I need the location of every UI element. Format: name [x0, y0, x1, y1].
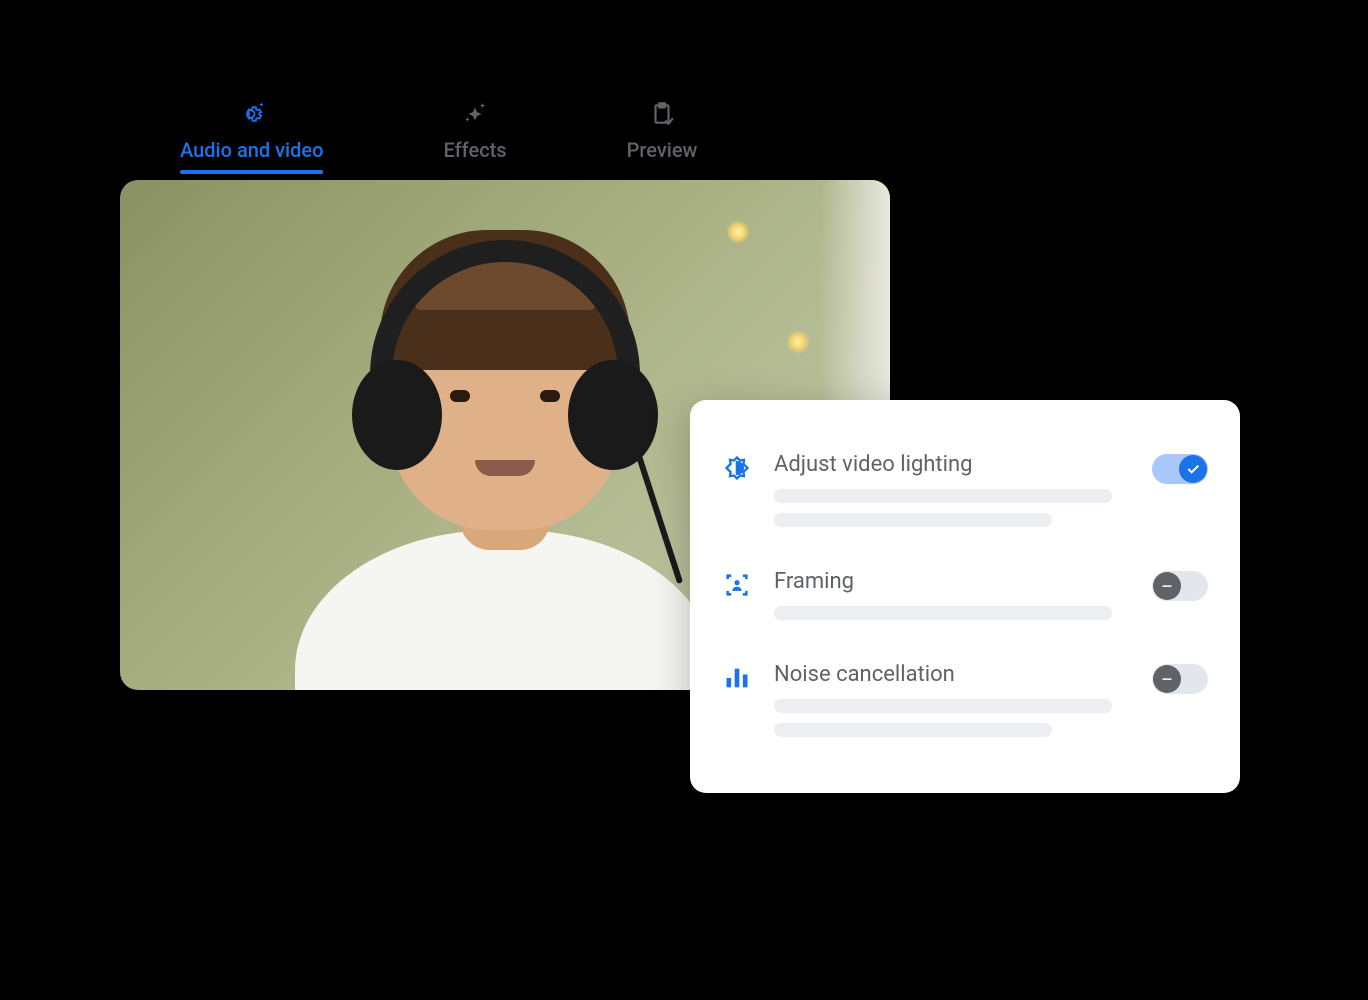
toggle-framing[interactable] [1152, 571, 1208, 601]
gear-sparkle-icon [238, 100, 266, 128]
skeleton-line [774, 699, 1112, 713]
toggle-adjust-lighting[interactable] [1152, 454, 1208, 484]
setting-noise-cancellation: Noise cancellation [718, 646, 1212, 763]
skeleton-line [774, 723, 1052, 737]
skeleton-line [774, 606, 1112, 620]
participant-self-view [285, 230, 725, 690]
tab-label: Effects [443, 138, 506, 162]
toggle-noise-cancellation[interactable] [1152, 664, 1208, 694]
tab-effects[interactable]: Effects [443, 100, 506, 172]
tab-bar: Audio and video Effects Preview [120, 100, 1020, 172]
setting-title: Adjust video lighting [774, 452, 1130, 477]
skeleton-line [774, 513, 1052, 527]
frame-person-icon [722, 571, 752, 599]
brightness-icon [722, 454, 752, 482]
tab-label: Preview [627, 138, 698, 162]
setting-framing: Framing [718, 553, 1212, 646]
tab-preview[interactable]: Preview [627, 100, 698, 172]
setting-adjust-lighting: Adjust video lighting [718, 436, 1212, 553]
setting-title: Framing [774, 569, 1130, 594]
clipboard-check-icon [648, 100, 676, 128]
setting-title: Noise cancellation [774, 662, 1130, 687]
sparkle-icon [461, 100, 489, 128]
settings-panel: Adjust video lighting Framing [690, 400, 1240, 793]
tab-audio-video[interactable]: Audio and video [180, 100, 323, 172]
tab-label: Audio and video [180, 138, 323, 162]
equalizer-icon [722, 664, 752, 692]
skeleton-line [774, 489, 1112, 503]
